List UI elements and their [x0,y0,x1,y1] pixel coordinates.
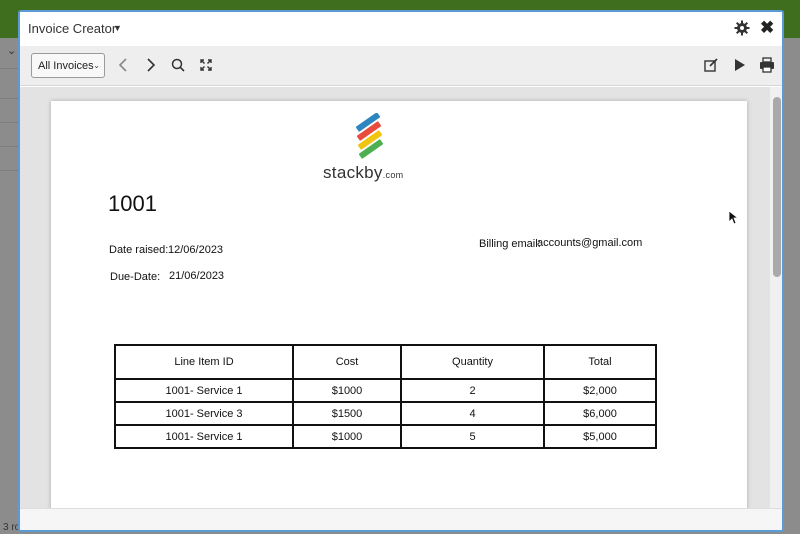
table-row: 1001- Service 1 $1000 2 $2,000 [114,378,657,403]
title-dropdown-icon[interactable]: ▼ [113,23,122,33]
invoice-creator-modal: Invoice Creator ▼ ✖ All Invoices ⌄ stack… [18,10,784,532]
table-cell: 1001- Service 1 [114,424,294,449]
due-date-value: 21/06/2023 [169,270,225,282]
date-raised-value: 12/06/2023 [168,244,224,256]
brand-suffix: .com [382,170,404,180]
edit-icon[interactable] [702,56,720,74]
table-cell: $1000 [292,424,402,449]
table-header-cell: Cost [292,344,402,380]
chevron-left-icon[interactable] [115,56,133,74]
chevron-right-icon[interactable] [141,56,159,74]
expand-icon[interactable] [197,56,215,74]
vertical-scrollbar[interactable] [770,87,782,508]
modal-title[interactable]: Invoice Creator [28,21,116,36]
view-select[interactable]: All Invoices ⌄ [31,53,105,78]
toolbar: All Invoices ⌄ [20,46,782,86]
table-cell: $2,000 [543,378,657,403]
date-raised-label: Date raised: [109,244,169,256]
chevron-down-icon: ⌄ [93,61,100,70]
table-cell: 4 [400,401,545,426]
preview-area: stackby.com 1001 Date raised: 12/06/2023… [20,87,782,521]
invoice-number: 1001 [108,191,157,216]
mouse-cursor-icon [729,211,739,225]
brand-name: stackby.com [323,163,403,183]
background-right-panel [784,38,800,518]
brand-text: stackby [323,163,383,182]
table-cell: 1001- Service 1 [114,378,294,403]
table-row: 1001- Service 1 $1000 5 $5,000 [114,424,657,449]
view-select-value: All Invoices [38,60,94,72]
scrollbar-thumb[interactable] [773,97,781,277]
close-icon[interactable]: ✖ [760,18,774,38]
table-cell: 5 [400,424,545,449]
table-cell: $1500 [292,401,402,426]
table-header-cell: Line Item ID [114,344,294,380]
modal-header: Invoice Creator ▼ ✖ [20,12,782,46]
table-row: 1001- Service 3 $1500 4 $6,000 [114,401,657,426]
background-left-panel [0,38,20,534]
table-header-cell: Quantity [400,344,545,380]
invoice-page: stackby.com 1001 Date raised: 12/06/2023… [51,101,747,521]
stackby-logo [356,113,383,159]
line-items-table: Line Item ID Cost Quantity Total 1001- S… [114,344,657,449]
table-header-cell: Total [543,344,657,380]
gear-icon[interactable] [734,20,750,36]
modal-footer [20,508,782,530]
table-cell: 2 [400,378,545,403]
table-cell: $6,000 [543,401,657,426]
background-chevron-icon: ⌄ [7,45,17,57]
print-icon[interactable] [758,56,776,74]
billing-email-value: accounts@gmail.com [537,237,643,249]
table-cell: $1000 [292,378,402,403]
table-cell: 1001- Service 3 [114,401,294,426]
due-date-label: Due-Date: [110,271,161,283]
play-icon[interactable] [730,56,748,74]
billing-email-label: Billing email: [479,238,541,250]
table-header-row: Line Item ID Cost Quantity Total [114,344,657,380]
search-icon[interactable] [169,56,187,74]
table-cell: $5,000 [543,424,657,449]
